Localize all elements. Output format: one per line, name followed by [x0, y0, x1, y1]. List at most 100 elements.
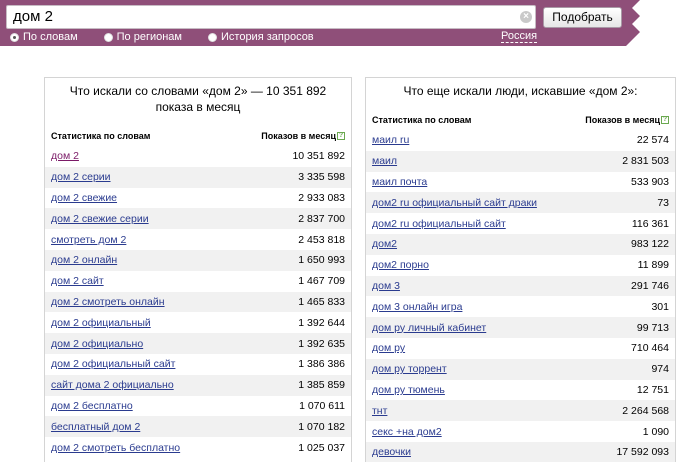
phrase-link[interactable]: секс +на дом2 [372, 426, 442, 438]
phrase-link[interactable]: дом 3 онлайн игра [372, 301, 462, 313]
phrase-link[interactable]: дом2 ru официальный сайт драки [372, 197, 537, 209]
help-icon[interactable]: ? [337, 132, 345, 141]
mode-label: По регионам [116, 31, 182, 43]
table-row: дом 2 официальный 1 392 644 [45, 312, 351, 334]
phrase-link[interactable]: дом2 ru официальный сайт [372, 218, 506, 230]
table-row: дом ру 710 464 [366, 337, 675, 359]
help-icon[interactable]: ? [661, 116, 669, 125]
panel-title: Что искали со словами «дом 2» — 10 351 8… [69, 84, 327, 114]
phrase-link[interactable]: дом 2 бесплатно [51, 400, 133, 412]
phrase-link[interactable]: дом 2 серии [51, 171, 111, 183]
phrase-link[interactable]: дом 2 [51, 150, 79, 162]
table-row: дом2 ru официальный сайт 116 361 [366, 213, 675, 234]
impressions-count: 2 933 083 [298, 191, 345, 204]
phrase-link[interactable]: маил [372, 155, 397, 167]
phrase-link[interactable]: дом2 порно [372, 259, 429, 271]
column-phrase-header: Статистика по словам [372, 114, 472, 125]
column-count-header: Показов в месяц? [585, 114, 669, 125]
table-row: сайт дома 2 официально 1 385 859 [45, 374, 351, 396]
phrase-link[interactable]: дом ру личный кабинет [372, 322, 486, 334]
submit-button[interactable]: Подобрать [543, 7, 622, 28]
table-row: девочки 17 592 093 [366, 441, 675, 462]
impressions-count: 116 361 [631, 217, 669, 230]
impressions-count: 533 903 [631, 175, 669, 188]
table-row: смотреть дом 2 2 453 818 [45, 229, 351, 250]
impressions-count: 1 385 859 [298, 379, 345, 392]
table-row: дом ру тюмень 12 751 [366, 379, 675, 401]
impressions-count: 1 650 993 [298, 254, 345, 267]
impressions-count: 1 467 709 [298, 275, 345, 288]
phrase-link[interactable]: дом2 [372, 238, 397, 250]
related-queries-panel: Что еще искали люди, искавшие «дом 2»: С… [365, 77, 676, 462]
impressions-count: 12 751 [636, 383, 669, 396]
mode-by-words-radio[interactable]: По словам [10, 31, 78, 43]
words-stats-panel: Что искали со словами «дом 2» — 10 351 8… [44, 77, 352, 462]
phrase-link[interactable]: маил почта [372, 176, 427, 188]
table-row: дом 2 10 351 892 [45, 146, 351, 167]
impressions-count: 2 453 818 [298, 233, 345, 246]
impressions-count: 301 [651, 300, 669, 313]
phrase-link[interactable]: дом 2 свежие серии [51, 213, 149, 225]
phrase-link[interactable]: дом 2 сайт [51, 275, 104, 287]
column-header: Статистика по словам Показов в месяц? [45, 125, 351, 146]
impressions-count: 983 122 [631, 238, 669, 251]
radio-unchecked-icon [103, 32, 113, 42]
table-row: дом 2 сайт 1 467 709 [45, 270, 351, 292]
impressions-count: 22 574 [636, 134, 669, 147]
phrase-link[interactable]: тнт [372, 405, 387, 417]
impressions-count: 1 392 635 [298, 337, 345, 350]
impressions-count: 2 264 568 [622, 404, 669, 417]
table-row: маил 2 831 503 [366, 150, 675, 172]
impressions-count: 710 464 [631, 342, 669, 355]
radio-unchecked-icon [208, 32, 217, 42]
phrase-link[interactable]: дом 2 смотреть онлайн [51, 296, 165, 308]
impressions-count: 1 465 833 [298, 295, 345, 308]
mode-history-radio[interactable]: История запросов [208, 31, 314, 43]
clear-icon[interactable]: × [520, 11, 532, 23]
phrase-link[interactable]: дом 2 онлайн [51, 254, 117, 266]
phrase-link[interactable]: дом 2 свежие [51, 192, 117, 204]
phrase-link[interactable]: сайт дома 2 официально [51, 379, 174, 391]
phrase-link[interactable]: дом 2 официальный сайт [51, 358, 175, 370]
impressions-count: 1 070 611 [299, 399, 345, 412]
table-row: дом2 ru официальный сайт драки 73 [366, 192, 675, 214]
phrase-link[interactable]: дом 2 смотреть бесплатно [51, 442, 180, 454]
column-phrase-header: Статистика по словам [51, 130, 151, 141]
impressions-count: 974 [651, 363, 669, 376]
impressions-count: 2 837 700 [298, 212, 345, 225]
table-row: маил ru 22 574 [366, 130, 675, 151]
region-link[interactable]: Россия [501, 30, 538, 43]
related-queries-list: маил ru 22 574 маил 2 831 503 маил почта 533 … [366, 130, 675, 462]
table-row: дом 2 смотреть бесплатно 1 025 037 [45, 437, 351, 458]
table-row: дом2 порно 11 899 [366, 254, 675, 276]
search-mode-group: По словам По регионам История запросов [10, 30, 340, 44]
impressions-count: 17 592 093 [616, 446, 669, 459]
search-input[interactable]: дом 2 [6, 5, 536, 29]
search-bar: дом 2 × Подобрать По словам По регионам … [0, 0, 688, 46]
impressions-count: 1 090 [642, 425, 669, 438]
phrase-link[interactable]: дом 2 официально [51, 338, 143, 350]
phrase-link[interactable]: бесплатный дом 2 [51, 421, 140, 433]
phrase-link[interactable]: девочки [372, 446, 411, 458]
column-header: Статистика по словам Показов в месяц? [366, 109, 675, 130]
table-row: тнт 2 264 568 [366, 400, 675, 422]
table-row: дом 3 291 746 [366, 275, 675, 297]
phrase-link[interactable]: дом ру торрент [372, 363, 447, 375]
phrase-link[interactable]: дом ру тюмень [372, 384, 445, 396]
table-row: дом 3 онлайн игра 301 [366, 296, 675, 318]
table-row: дом 2 свежие серии 2 837 700 [45, 208, 351, 230]
table-row: дом ру личный кабинет 99 713 [366, 317, 675, 338]
table-row: дом 2 бесплатно 1 070 611 [45, 395, 351, 417]
phrase-link[interactable]: смотреть дом 2 [51, 234, 126, 246]
mode-label: По словам [23, 31, 78, 43]
phrase-link[interactable]: дом 2 официальный [51, 317, 151, 329]
radio-checked-icon [10, 32, 19, 42]
table-row: дом ру торрент 974 [366, 358, 675, 380]
phrase-link[interactable]: дом 3 [372, 280, 400, 292]
impressions-count: 1 025 037 [298, 441, 345, 454]
impressions-count: 1 070 182 [298, 420, 345, 433]
phrase-link[interactable]: дом ру [372, 342, 405, 354]
phrase-link[interactable]: маил ru [372, 134, 409, 146]
table-row: дом 2 свежие 2 933 083 [45, 187, 351, 209]
mode-by-regions-radio[interactable]: По регионам [103, 31, 182, 43]
